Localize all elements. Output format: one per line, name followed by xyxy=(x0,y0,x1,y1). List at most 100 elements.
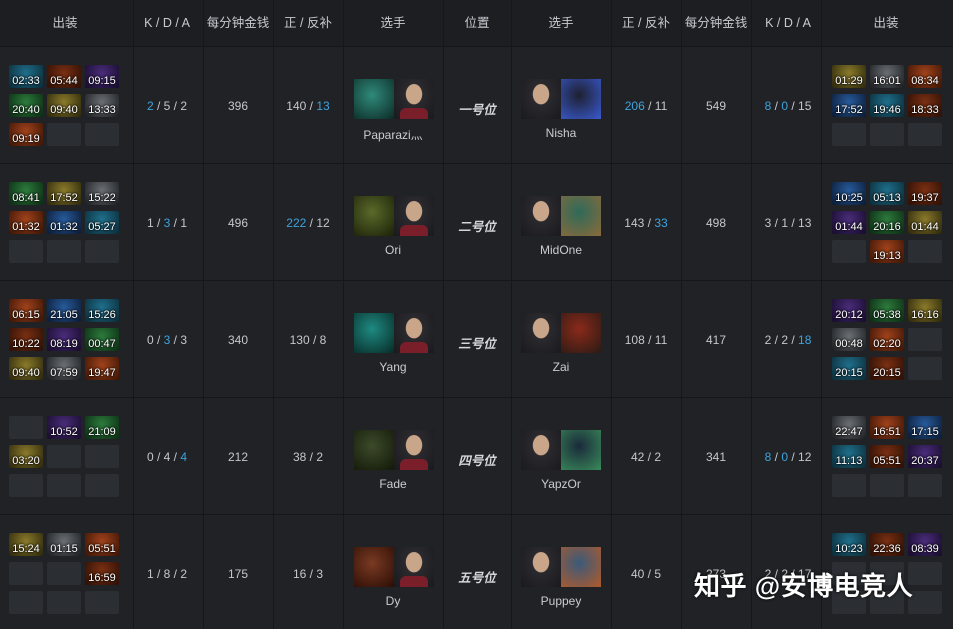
player-name-right: MidOne xyxy=(539,243,583,257)
empty-item-slot xyxy=(47,123,81,146)
kda-separator: / xyxy=(170,450,181,464)
item-slot: 20:12 xyxy=(832,299,866,322)
team-shirt xyxy=(400,108,428,119)
hero-portrait xyxy=(354,313,394,353)
item-time: 20:16 xyxy=(873,221,901,233)
last-hits: 143 xyxy=(624,216,645,230)
item-time: 01:29 xyxy=(835,75,863,87)
empty-item-slot xyxy=(47,474,81,497)
denies: 11 xyxy=(654,333,668,347)
item-time: 21:09 xyxy=(88,426,116,438)
cs-separator: / xyxy=(306,567,317,581)
item-slot: 01:29 xyxy=(832,65,866,88)
item-slot: 00:48 xyxy=(832,328,866,351)
item-time: 09:40 xyxy=(12,367,40,379)
player-avatar xyxy=(394,547,434,587)
empty-item-slot xyxy=(47,591,81,614)
empty-item-slot xyxy=(908,357,942,380)
item-slot: 19:13 xyxy=(870,240,904,263)
hero-portrait xyxy=(354,430,394,470)
item-grid: 10:52 21:09 03:20 xyxy=(9,416,121,506)
kda-separator: / xyxy=(771,99,782,113)
item-time: 22:47 xyxy=(835,426,863,438)
kda-k: 0 xyxy=(146,450,154,464)
item-time: 19:46 xyxy=(873,104,901,116)
empty-item-slot xyxy=(832,123,866,146)
item-slot: 02:20 xyxy=(870,328,904,351)
item-time: 09:40 xyxy=(50,104,78,116)
player-name-left: Yang xyxy=(379,360,407,374)
item-time: 01:32 xyxy=(12,221,40,233)
empty-item-slot xyxy=(47,445,81,468)
kda-k: 1 xyxy=(146,567,154,581)
kda-a: 1 xyxy=(180,216,188,230)
player-avatar xyxy=(394,196,434,236)
kda-separator: / xyxy=(170,567,181,581)
kda-k: 2 xyxy=(146,99,154,113)
item-time: 05:51 xyxy=(873,455,901,467)
item-time: 10:22 xyxy=(12,338,40,350)
item-slot: 10:22 xyxy=(9,328,43,351)
kda-separator: / xyxy=(170,333,181,347)
item-slot: 01:44 xyxy=(832,211,866,234)
item-time: 16:01 xyxy=(873,75,901,87)
team-shirt xyxy=(400,342,428,353)
empty-item-slot xyxy=(908,591,942,614)
item-slot: 17:52 xyxy=(832,94,866,117)
item-slot: 11:13 xyxy=(832,445,866,468)
item-time: 10:23 xyxy=(835,543,863,555)
player-avatar xyxy=(521,547,561,587)
player-avatar xyxy=(521,430,561,470)
gpm-value: 417 xyxy=(705,333,727,347)
empty-item-slot xyxy=(9,591,43,614)
empty-item-slot xyxy=(870,474,904,497)
kda-separator: / xyxy=(771,450,782,464)
kda-separator: / xyxy=(153,216,164,230)
item-time: 19:13 xyxy=(873,250,901,262)
item-time: 16:59 xyxy=(88,572,116,584)
hero-portrait xyxy=(561,313,601,353)
item-slot: 22:47 xyxy=(832,416,866,439)
item-slot: 07:59 xyxy=(47,357,81,380)
item-time: 18:33 xyxy=(911,104,939,116)
last-hit-deny-value: 222 / 12 xyxy=(273,216,343,230)
player-avatar xyxy=(394,79,434,119)
hero-portrait xyxy=(354,79,394,119)
last-hit-deny-value: 38 / 2 xyxy=(273,450,343,464)
position-label: 二号位 xyxy=(458,220,496,234)
kda-separator: / xyxy=(153,450,164,464)
empty-item-slot xyxy=(9,474,43,497)
gpm-value: 498 xyxy=(705,216,727,230)
item-time: 10:52 xyxy=(50,426,78,438)
item-time: 02:20 xyxy=(873,338,901,350)
header-items-left: 出装 xyxy=(52,16,78,30)
kda-separator: / xyxy=(153,99,164,113)
player-avatar xyxy=(394,313,434,353)
denies: 5 xyxy=(654,567,662,581)
hero-portrait xyxy=(354,547,394,587)
cs-separator: / xyxy=(644,567,655,581)
item-slot: 19:46 xyxy=(870,94,904,117)
column-divider xyxy=(681,0,682,629)
item-time: 00:47 xyxy=(88,338,116,350)
gpm-value: 396 xyxy=(227,99,249,113)
kda-separator: / xyxy=(788,450,799,464)
item-grid: 15:24 01:15 05:51 16:59 xyxy=(9,533,121,623)
empty-item-slot xyxy=(85,591,119,614)
item-slot: 20:16 xyxy=(870,211,904,234)
item-time: 01:44 xyxy=(911,221,939,233)
player-name-right: Nisha xyxy=(545,126,577,140)
kda-separator: / xyxy=(788,99,799,113)
last-hit-deny-value: 130 / 8 xyxy=(273,333,343,347)
kda-value: 8 / 0 / 12 xyxy=(753,450,823,464)
item-time: 05:13 xyxy=(873,192,901,204)
player-name-left: Paparazi灬 xyxy=(363,128,423,142)
item-time: 22:36 xyxy=(873,543,901,555)
item-time: 01:44 xyxy=(835,221,863,233)
item-slot: 01:44 xyxy=(908,211,942,234)
item-grid: 06:15 21:05 15:26 10:22 08:19 00:47 09:40 07:59… xyxy=(9,299,121,389)
header-kda-right: K / D / A xyxy=(765,16,811,30)
empty-item-slot xyxy=(85,445,119,468)
item-time: 15:26 xyxy=(88,309,116,321)
item-grid: 22:47 16:51 17:15 11:13 05:51 20:37 xyxy=(832,416,944,506)
